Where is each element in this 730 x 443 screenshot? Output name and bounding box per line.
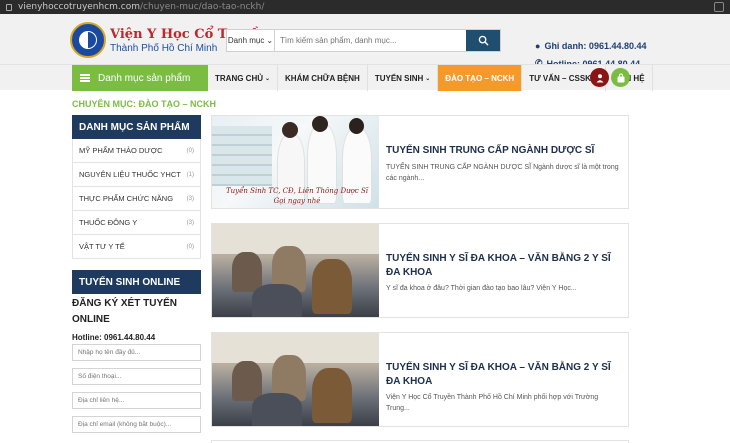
fullname-field[interactable]: [72, 344, 201, 361]
main-navigation: Danh mục sản phẩm TRANG CHỦ ⌄ KHÁM CHỮA B…: [0, 64, 730, 91]
post-thumbnail[interactable]: Tuyển Sinh TC, CĐ, Liên Thông Dược Sĩ Gọ…: [212, 116, 379, 208]
search-button[interactable]: [466, 30, 500, 51]
category-menu-button[interactable]: Danh mục sản phẩm: [72, 65, 208, 91]
post-excerpt: Viện Y Học Cổ Truyền Thành Phố Hồ Chí Mi…: [386, 394, 599, 412]
phone-field[interactable]: [72, 368, 201, 385]
sidebar-hotline: Hotline: 0961.44.80.44: [72, 333, 156, 342]
address-field[interactable]: [72, 392, 201, 409]
post-excerpt: Y sĩ đa khoa ở đâu? Thời gian đào tạo ba…: [386, 285, 577, 292]
site-header: Viện Y Học Cổ Truyền Thành Phố Hồ Chí Mi…: [0, 14, 730, 69]
lock-icon: [6, 3, 12, 11]
post-card[interactable]: TUYỂN SINH Y SĨ ĐA KHOA – VĂN BẰNG 2 Y S…: [211, 223, 629, 318]
post-title[interactable]: TUYỂN SINH Y SĨ ĐA KHOA – VĂN BẰNG 2 Y S…: [386, 252, 622, 280]
breadcrumb: CHUYÊN MỤC: ĐÀO TẠO – NCKH: [72, 99, 216, 109]
user-icon: [596, 73, 603, 82]
menu-bar: TRANG CHỦ ⌄ KHÁM CHỮA BỆNH TUYỂN SINH ⌄ ĐÀ…: [208, 65, 653, 91]
category-item[interactable]: MỸ PHẨM THẢO DƯỢC (0): [72, 139, 201, 163]
post-excerpt: TUYỂN SINH TRUNG CẤP NGÀNH DƯỢC SĨ Ngành…: [386, 164, 619, 182]
sidebar-admission-title: TUYỂN SINH ONLINE: [72, 270, 201, 294]
contact-register[interactable]: ● Ghi danh: 0961.44.80.44: [535, 41, 647, 51]
search-category-select[interactable]: Danh mục ⌄: [227, 30, 275, 51]
category-item[interactable]: NGUYÊN LIỆU THUỐC YHCT (1): [72, 163, 201, 187]
chevron-down-icon: ⌄: [266, 36, 274, 45]
category-item[interactable]: THUỐC ĐÔNG Y (3): [72, 211, 201, 235]
shopping-bag-icon: [617, 73, 624, 82]
chevron-down-icon: ⌄: [265, 75, 271, 82]
post-card[interactable]: TUYỂN SINH Y SĨ ĐA KHOA – VĂN BẰNG 2 Y S…: [211, 332, 629, 427]
register-title: ĐĂNG KÝ XÉT TUYỂN ONLINE: [72, 298, 178, 325]
post-card[interactable]: Tuyển Sinh TC, CĐ, Liên Thông Dược Sĩ Gọ…: [211, 115, 629, 209]
category-item[interactable]: VẬT TƯ Y TẾ (0): [72, 235, 201, 259]
post-title[interactable]: TUYỂN SINH Y SĨ ĐA KHOA – VĂN BẰNG 2 Y S…: [386, 361, 622, 389]
post-thumbnail[interactable]: [212, 333, 379, 426]
search-input[interactable]: [275, 30, 466, 51]
nav-item-home[interactable]: TRANG CHỦ ⌄: [208, 65, 279, 91]
post-title[interactable]: TUYỂN SINH TRUNG CẤP NGÀNH DƯỢC SĨ: [386, 144, 622, 158]
category-list: MỸ PHẨM THẢO DƯỢC (0) NGUYÊN LIỆU THUỐC Y…: [72, 139, 201, 259]
browser-url-bar[interactable]: vienyhoccotruyenhcm.com/chuyen-muc/dao-t…: [0, 0, 730, 14]
yin-yang-icon: [79, 31, 97, 49]
brand-subtitle: Thành Phố Hồ Chí Minh: [110, 43, 218, 54]
nav-item-treatment[interactable]: KHÁM CHỮA BỆNH: [278, 65, 368, 91]
search-bar: Danh mục ⌄: [226, 29, 501, 52]
email-field[interactable]: [72, 416, 201, 433]
thumbnail-caption: Tuyển Sinh TC, CĐ, Liên Thông Dược Sĩ Gọ…: [225, 187, 368, 205]
nav-item-training[interactable]: ĐÀO TẠO – NCKH: [438, 65, 523, 91]
sidebar-categories-title: DANH MỤC SẢN PHẨM: [72, 115, 201, 139]
extension-icon[interactable]: [714, 2, 724, 12]
nav-item-admissions[interactable]: TUYỂN SINH ⌄: [368, 65, 439, 91]
search-icon: [478, 35, 489, 46]
chevron-down-icon: ⌄: [425, 75, 431, 82]
url-text[interactable]: vienyhoccotruyenhcm.com/chuyen-muc/dao-t…: [18, 2, 264, 12]
category-item[interactable]: THỰC PHẨM CHỨC NĂNG (3): [72, 187, 201, 211]
post-thumbnail[interactable]: [212, 224, 379, 317]
cart-button[interactable]: [611, 68, 630, 87]
map-pin-icon: ●: [535, 41, 541, 51]
menu-icon: [80, 74, 90, 82]
site-logo[interactable]: [70, 22, 106, 58]
account-button[interactable]: [590, 68, 609, 87]
